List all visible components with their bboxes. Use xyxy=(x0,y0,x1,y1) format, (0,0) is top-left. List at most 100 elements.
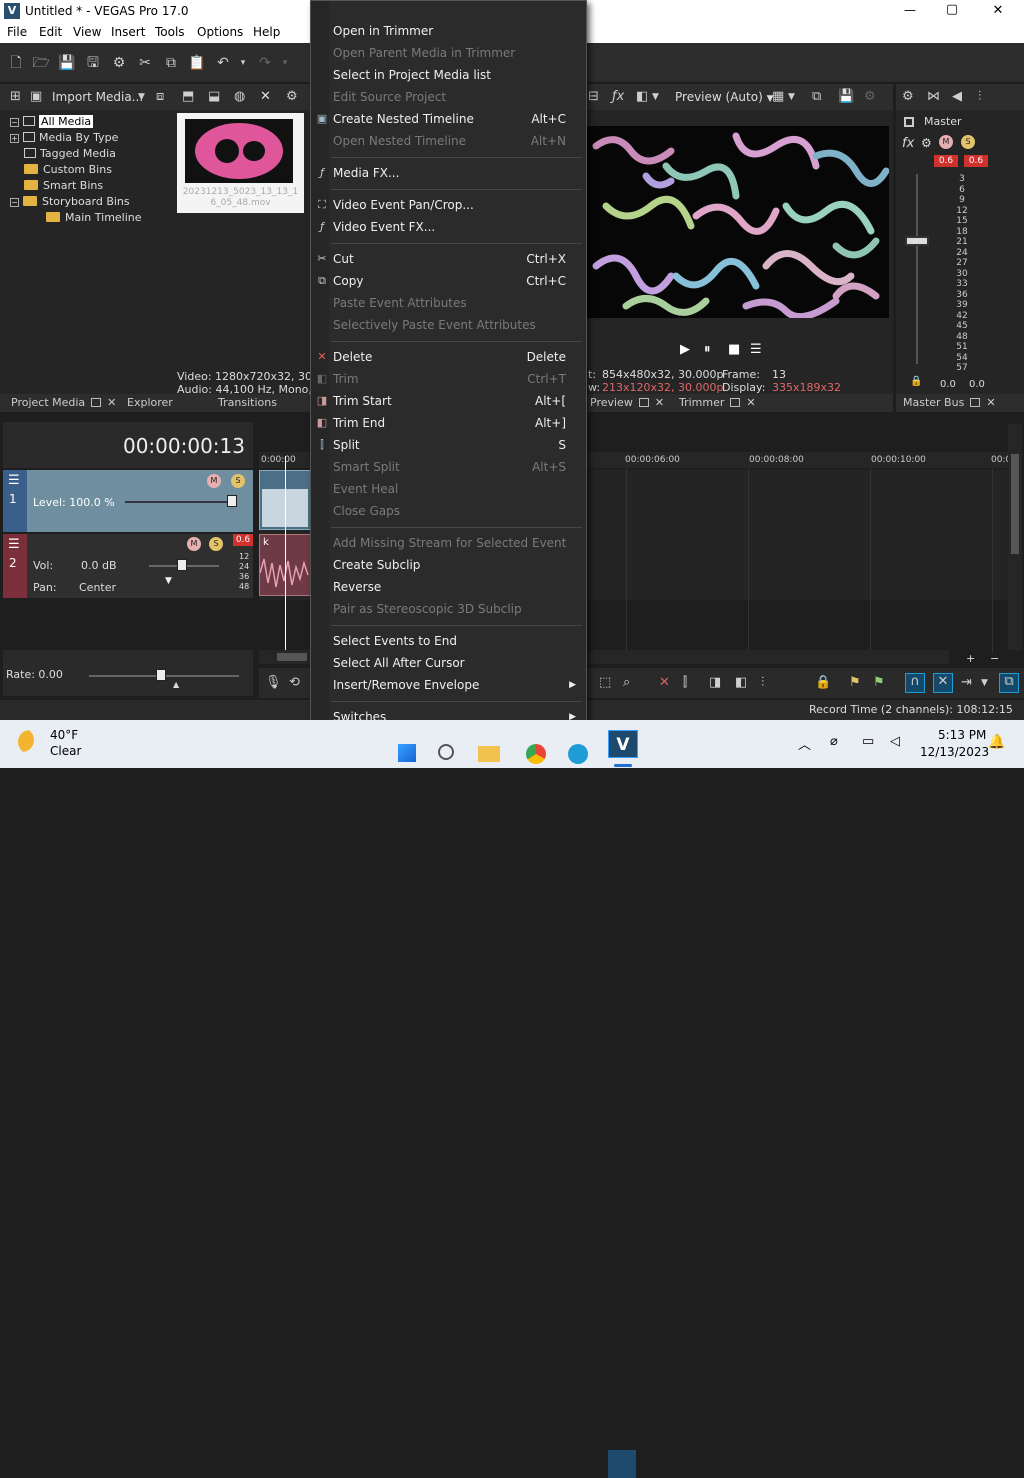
import-dropdown-icon[interactable]: ▼ xyxy=(138,89,145,105)
ripple-edit-icon[interactable]: ⇥ xyxy=(961,675,972,691)
menu-item-trim-end[interactable]: ◧ Trim End Alt+] xyxy=(317,412,566,434)
event-lock-icon[interactable]: 🔒 xyxy=(815,675,831,691)
lock-envelopes-icon[interactable]: ⧉ xyxy=(999,673,1019,693)
lock-icon[interactable]: 🔒 xyxy=(910,376,922,387)
master-settings-gear-icon[interactable]: ⚙ xyxy=(902,89,914,105)
track-menu-icon[interactable]: ☰ xyxy=(8,537,20,552)
menu-item-open-nested-timeline[interactable]: Open Nested Timeline Alt+N xyxy=(333,130,566,152)
vegas-taskbar-button[interactable]: V xyxy=(608,730,638,758)
video-track-header[interactable]: ☰ 1 M S Level: 100.0 % xyxy=(3,470,253,532)
preview-fx-icon[interactable]: ƒx xyxy=(612,89,624,105)
tab-video-preview[interactable]: Preview ✕ xyxy=(590,394,664,412)
menu-item-create-nested-timeline[interactable]: ▣ Create Nested Timeline Alt+C xyxy=(317,108,566,130)
auto-crossfade-icon[interactable]: ✕ xyxy=(933,673,953,693)
undock-icon[interactable] xyxy=(970,398,981,407)
cut-icon[interactable]: ✂ xyxy=(136,54,154,72)
tab-project-media[interactable]: Project Media ✕ xyxy=(11,394,116,412)
stop-icon[interactable]: ■ xyxy=(728,342,740,358)
media-thumbnail[interactable]: 20231213_5023_13_13_16_05_48.mov xyxy=(177,113,304,213)
menu-file[interactable]: File xyxy=(7,25,27,39)
trim-end-icon[interactable]: ◧ xyxy=(735,675,747,691)
start-button-icon[interactable] xyxy=(398,744,416,762)
menu-item-reverse[interactable]: Reverse xyxy=(333,576,566,598)
vol-slider-handle[interactable] xyxy=(177,559,187,571)
menu-help[interactable]: Help xyxy=(253,25,280,39)
overlays-grid-icon[interactable]: ▦ xyxy=(772,89,784,105)
network-icon[interactable]: ⌀ xyxy=(830,734,838,749)
tree-tagged-media[interactable]: Tagged Media xyxy=(24,146,116,162)
tray-chevron-up-icon[interactable]: ︿ xyxy=(798,734,811,753)
menu-item-add-missing-stream[interactable]: Add Missing Stream for Selected Event xyxy=(333,532,566,554)
trim-start-icon[interactable]: ◨ xyxy=(709,675,721,691)
pan-slider-handle[interactable]: ▼ xyxy=(165,576,172,586)
close-tab-icon[interactable]: ✕ xyxy=(986,394,995,412)
speaker-icon[interactable]: ◀ xyxy=(952,89,962,105)
region-icon[interactable]: ⚑ xyxy=(873,675,885,691)
menu-item-close-gaps[interactable]: Close Gaps xyxy=(333,500,566,522)
zoom-out-icon[interactable]: − xyxy=(990,652,999,665)
minimize-button[interactable]: — xyxy=(898,3,922,17)
vegas-taskbar-icon[interactable] xyxy=(608,1450,636,1478)
edge-icon[interactable] xyxy=(568,744,588,764)
menu-item-select-events-to-end[interactable]: Select Events to End xyxy=(333,630,566,652)
volume-icon[interactable]: ◁ xyxy=(890,734,900,749)
media-settings-gear-icon[interactable]: ⚙ xyxy=(286,89,298,105)
solo-icon[interactable]: S xyxy=(961,135,975,149)
menu-item-cut[interactable]: ✂ Cut Ctrl+X xyxy=(317,248,566,270)
menu-item-event-heal[interactable]: Event Heal xyxy=(333,478,566,500)
menu-item-split[interactable]: ⫿ Split S xyxy=(320,434,566,456)
tree-custom-bins[interactable]: Custom Bins xyxy=(24,162,112,178)
play-icon[interactable]: ▶ xyxy=(680,342,690,358)
tree-media-by-type[interactable]: + Media By Type xyxy=(10,130,118,146)
properties-gear-icon[interactable]: ⚙ xyxy=(110,54,128,72)
menu-item-trim[interactable]: ◧ Trim Ctrl+T xyxy=(317,368,566,390)
split-icon[interactable]: ⫶ xyxy=(761,675,764,691)
downmix-icon[interactable]: ⋈ xyxy=(927,89,940,105)
tab-explorer[interactable]: Explorer xyxy=(127,394,173,412)
delete-event-icon[interactable]: ✕ xyxy=(659,675,670,691)
menu-item-edit-source-project[interactable]: Edit Source Project xyxy=(333,86,566,108)
close-button[interactable]: ✕ xyxy=(986,3,1010,18)
get-media-icon[interactable]: ⬒ xyxy=(182,89,194,105)
snapping-magnet-icon[interactable]: ∩ xyxy=(905,673,925,693)
mute-icon[interactable]: M xyxy=(207,474,221,488)
clock-time[interactable]: 5:13 PM xyxy=(938,728,986,742)
copy-snapshot-icon[interactable]: ⧉ xyxy=(812,89,821,105)
close-tab-icon[interactable]: ✕ xyxy=(746,394,755,412)
weather-condition[interactable]: Clear xyxy=(50,744,81,758)
tree-all-media[interactable]: − All Media xyxy=(10,114,94,130)
undo-icon[interactable]: ↶ xyxy=(214,54,232,72)
master-checkbox[interactable] xyxy=(904,117,914,127)
split-dropdown-icon[interactable]: ▼ xyxy=(652,89,659,105)
file-explorer-icon[interactable] xyxy=(478,746,500,762)
menu-item-open-in-trimmer[interactable]: Open in Trimmer xyxy=(333,20,566,42)
mute-icon[interactable]: M xyxy=(939,135,953,149)
overlays-dropdown-icon[interactable]: ▼ xyxy=(788,89,795,105)
weather-moon-icon[interactable] xyxy=(18,730,42,754)
search-icon[interactable] xyxy=(438,744,454,760)
chrome-icon[interactable] xyxy=(526,744,546,764)
zoom-in-icon[interactable]: + xyxy=(966,652,975,665)
menu-insert[interactable]: Insert xyxy=(111,25,145,39)
expand-icon[interactable]: + xyxy=(10,134,19,143)
save-icon[interactable]: 💾 xyxy=(58,54,76,72)
undock-icon[interactable] xyxy=(730,398,741,407)
level-slider-handle[interactable] xyxy=(227,495,237,507)
notification-bell-icon[interactable]: 🔔 xyxy=(988,734,1005,750)
import-media-button[interactable]: Import Media... xyxy=(52,90,143,104)
menu-item-delete[interactable]: ✕ Delete Delete xyxy=(317,346,566,368)
menu-item-selectively-paste-attributes[interactable]: Selectively Paste Event Attributes xyxy=(333,314,566,336)
mute-icon[interactable]: M xyxy=(187,537,201,551)
display-icon[interactable]: ▭ xyxy=(862,734,874,749)
close-tab-icon[interactable]: ✕ xyxy=(107,394,116,412)
menu-item-media-fx[interactable]: ƒ Media FX... xyxy=(320,162,566,184)
preview-quality-dropdown[interactable]: Preview (Auto) ▼ xyxy=(675,90,774,104)
timeline-vscrollbar[interactable] xyxy=(1008,424,1022,650)
paste-icon[interactable]: 📋 xyxy=(188,54,206,72)
undock-icon[interactable] xyxy=(91,398,102,407)
tree-main-timeline[interactable]: Main Timeline xyxy=(46,210,142,226)
menu-item-create-subclip[interactable]: Create Subclip xyxy=(333,554,566,576)
web-media-icon[interactable]: ⬓ xyxy=(208,89,220,105)
menu-item-select-in-project-media[interactable]: Select in Project Media list xyxy=(333,64,566,86)
master-fader-handle[interactable] xyxy=(905,236,929,246)
